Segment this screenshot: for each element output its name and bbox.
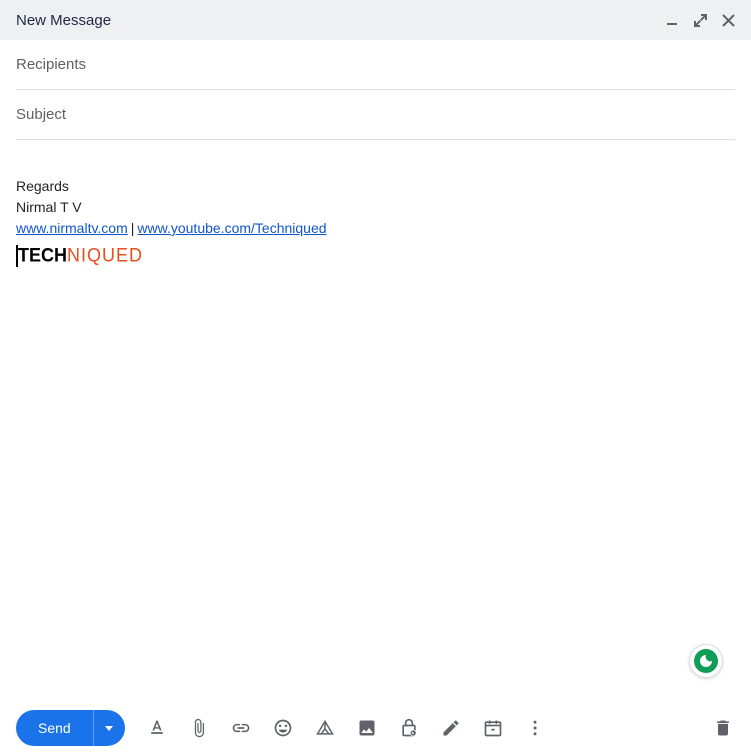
subject-field[interactable]: Subject [16,90,735,140]
compose-header: New Message [0,0,751,40]
body-blank-line [16,156,735,176]
close-icon[interactable] [721,13,735,27]
window-controls [665,13,735,27]
compose-body[interactable]: Regards Nirmal T V www.nirmaltv.com|www.… [0,140,751,285]
signature-logo: TECHNIQUED [16,242,735,269]
recipients-field[interactable]: Recipients [16,40,735,90]
signature-link-website[interactable]: www.nirmaltv.com [16,220,128,236]
moon-icon [694,649,718,673]
signature-separator: | [131,220,135,236]
image-icon[interactable] [357,718,377,738]
subject-placeholder: Subject [16,106,66,123]
recipients-placeholder: Recipients [16,56,86,73]
confidential-icon[interactable] [399,718,419,738]
chat-fab[interactable] [689,644,723,678]
more-options-icon[interactable] [525,718,545,738]
attach-icon[interactable] [189,718,209,738]
minimize-icon[interactable] [665,13,679,27]
drive-icon[interactable] [315,718,335,738]
logo-part-tech: TECH [18,241,67,271]
discard-icon[interactable] [713,718,733,738]
compose-title: New Message [16,12,111,29]
emoji-icon[interactable] [273,718,293,738]
signature-name: Nirmal T V [16,197,735,218]
signature-icon[interactable] [441,718,461,738]
signature-links: www.nirmaltv.com|www.youtube.com/Techniq… [16,218,735,239]
expand-icon[interactable] [693,13,707,27]
text-format-icon[interactable] [147,718,167,738]
send-button-group: Send [16,710,125,746]
schedule-icon[interactable] [483,718,503,738]
signature-regards: Regards [16,176,735,197]
compose-fields: Recipients Subject [0,40,751,140]
formatting-toolbar [147,718,545,738]
logo-part-niqued: NIQUED [67,241,143,271]
signature-link-youtube[interactable]: www.youtube.com/Techniqued [137,220,326,236]
send-options-dropdown[interactable] [93,710,125,746]
link-icon[interactable] [231,718,251,738]
send-button[interactable]: Send [16,710,93,746]
compose-footer: Send [0,700,751,756]
